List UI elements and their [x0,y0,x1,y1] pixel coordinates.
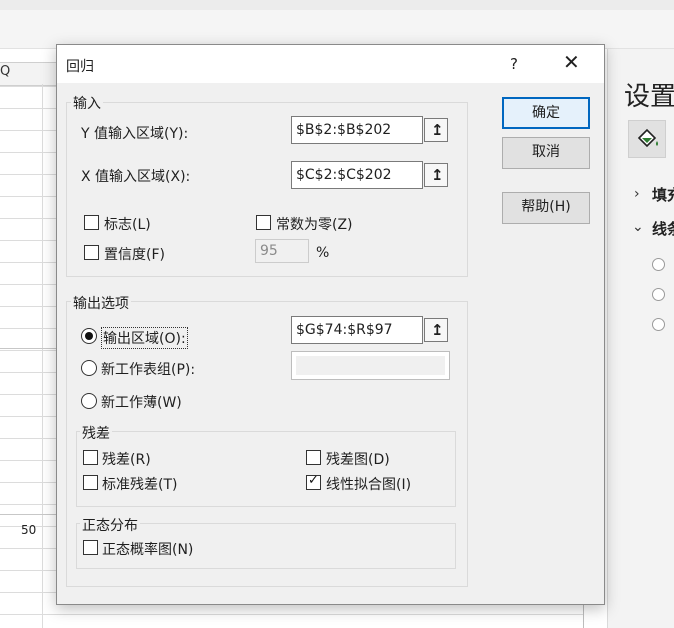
new-workbook-label[interactable]: 新工作薄(W) [101,392,182,412]
chart-axis-tick-label: 50 [21,523,37,537]
close-icon[interactable]: ✕ [563,52,580,72]
normal-probability-checkbox[interactable] [83,540,98,555]
new-sheet-label[interactable]: 新工作表组(P): [101,359,195,379]
confidence-input[interactable]: 95 [255,239,309,263]
pane-radio[interactable] [652,288,665,301]
y-range-collapse-button[interactable]: ↥ [424,118,448,142]
format-pane-title: 设置 [624,82,674,112]
constant-zero-checkbox[interactable] [256,215,271,230]
y-range-value: $B$2:$B$202 [296,122,392,138]
y-range-input[interactable]: $B$2:$B$202 [291,116,423,144]
labels-checkbox[interactable] [84,215,99,230]
output-range-value: $G$74:$R$97 [296,322,393,338]
ok-button-label: 确定 [532,105,560,121]
residual-plots-label[interactable]: 残差图(D) [326,449,390,469]
line-fit-plots-label[interactable]: 线性拟合图(I) [326,474,411,494]
residuals-group-label: 残差 [80,423,112,443]
fill-line-tab[interactable] [628,120,666,158]
residuals-label[interactable]: 残差(R) [102,449,151,469]
paint-bucket-icon [637,128,658,148]
collapse-arrow-icon: ↥ [431,121,444,139]
new-sheet-input-inner [296,356,445,375]
normal-probability-label[interactable]: 正态概率图(N) [102,539,193,559]
residuals-checkbox[interactable] [83,450,98,465]
chevron-right-icon[interactable]: › [634,186,640,202]
constant-zero-label[interactable]: 常数为零(Z) [276,214,353,234]
gridline [42,84,43,628]
new-sheet-input[interactable] [291,351,450,380]
x-range-label: X 值输入区域(X): [81,169,191,185]
output-range-input[interactable]: $G$74:$R$97 [291,316,423,344]
percent-sign: % [316,245,330,261]
x-range-input[interactable]: $C$2:$C$202 [291,161,423,189]
dialog-titlebar[interactable] [57,45,604,83]
new-workbook-radio[interactable] [81,393,97,409]
ok-button[interactable]: 确定 [502,97,590,129]
standardized-residuals-checkbox[interactable] [83,475,98,490]
confidence-value: 95 [260,243,278,259]
output-range-collapse-button[interactable]: ↥ [424,318,448,342]
cancel-button-label: 取消 [532,144,560,160]
pane-radio[interactable] [652,258,665,271]
new-sheet-radio[interactable] [81,360,97,376]
line-fit-plots-checkbox[interactable] [306,473,321,490]
labels-checkbox-label[interactable]: 标志(L) [104,214,151,234]
pane-radio[interactable] [652,318,665,331]
input-group-label: 输入 [71,93,103,113]
y-range-label: Y 值输入区域(Y): [81,126,189,142]
confidence-label[interactable]: 置信度(F) [104,244,165,264]
output-range-label[interactable]: 输出区域(O): [101,327,188,349]
help-button-label: 帮助(H) [521,199,571,215]
collapse-arrow-icon: ↥ [431,321,444,339]
help-button[interactable]: 帮助(H) [502,192,590,224]
x-range-collapse-button[interactable]: ↥ [424,163,448,187]
help-icon[interactable]: ? [510,55,518,73]
residual-plots-checkbox[interactable] [306,450,321,465]
x-range-value: $C$2:$C$202 [296,167,392,183]
dialog-title: 回归 [66,59,94,75]
collapse-arrow-icon: ↥ [431,166,444,184]
chevron-down-icon[interactable]: ⌄ [632,219,644,235]
column-header-q[interactable]: Q [0,64,10,79]
chart-edge [0,348,56,349]
cancel-button[interactable]: 取消 [502,137,590,169]
section-fill[interactable]: 填充 [652,184,674,205]
residuals-group [76,431,456,507]
output-group-label: 输出选项 [71,293,131,313]
standardized-residuals-label[interactable]: 标准残差(T) [102,474,177,494]
section-line[interactable]: 线条 [652,218,674,239]
normal-group-label: 正态分布 [80,515,140,535]
confidence-checkbox[interactable] [84,245,99,260]
output-range-radio[interactable] [81,328,97,344]
